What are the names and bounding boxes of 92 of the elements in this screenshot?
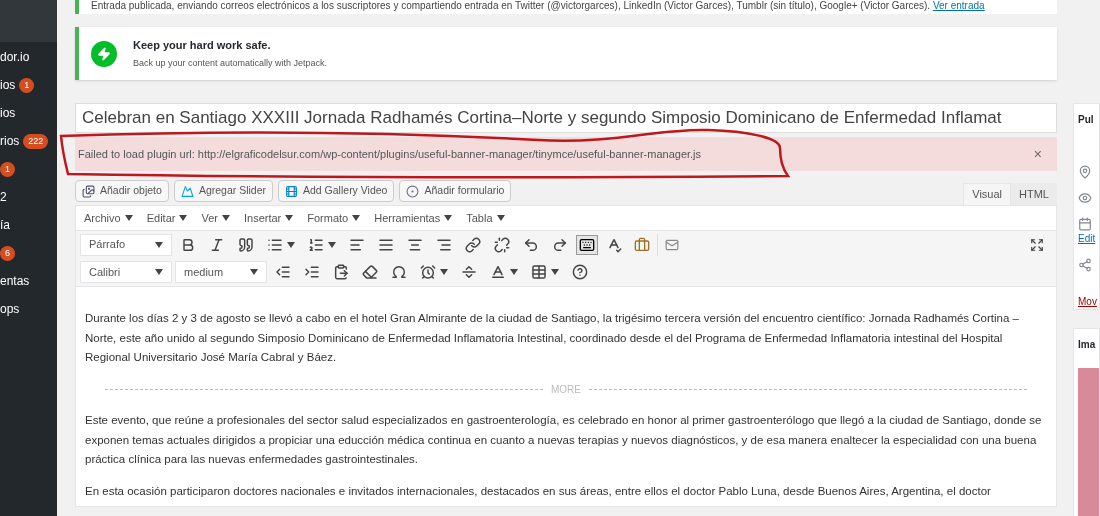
count-badge: 1	[0, 161, 15, 177]
caret-icon	[510, 269, 518, 275]
paragraph: Durante los días 2 y 3 de agosto se llevó a cabo en el hotel Gran Almirante de la ciudad de Santiago, la trigésimo tercera versión del encuentro científico: Jornada Radhamés Cortina – Norte, este año unido al segundo Simposio Dominicano de Enfermedad Inflamatoria Intestinal, coordinado desde el del Programa de Enfermedad Inflamatoria intestinal del Hospital Regional Universitario José María Cabral y Báez.	[85, 311, 1020, 365]
caret-icon	[221, 215, 230, 221]
title-field[interactable]: Celebran en Santiago XXXIII Jornada Radhamés Cortina–Norte y segundo Simposio Dominicano de Enfermedad Inflamat	[75, 103, 1057, 133]
bold-icon	[180, 236, 196, 253]
mail-icon	[665, 237, 679, 252]
caret-icon	[250, 269, 258, 275]
caret-icon	[285, 215, 294, 221]
paragraph: Este evento, que reúne a profesionales del sector salud especializados en gastroenterología, es celebrado en honor al primer gastroenterólogo que llegó a la ciudad de Santiago, donde se exponen temas actuales dirigidos a propiciar una educción médica continua en cuanto a nuevas terapias y nuevos diagnósticos, y de esa manera enaltecer la especialidad con una buena práctica clínica para las nuevas enfermedades gastrointestinales.	[85, 413, 1043, 467]
eye-icon	[1078, 191, 1092, 205]
menu-button[interactable]: Ver	[201, 209, 230, 227]
box-title: Ima	[1078, 338, 1097, 352]
table-icon	[531, 264, 547, 280]
unlink-icon	[494, 236, 510, 253]
notice-title: Keep your hard work safe.	[133, 38, 272, 53]
edit-link[interactable]: Edit	[1078, 231, 1099, 246]
media-button[interactable]: Add Gallery Video	[278, 180, 395, 202]
dropdown-select[interactable]: medium	[175, 261, 267, 283]
paste-icon	[333, 264, 349, 280]
admin-menu-item[interactable]: ops	[0, 300, 20, 318]
menu-button[interactable]: Editar	[146, 209, 188, 227]
quote-icon	[238, 236, 254, 253]
eraser-icon	[362, 264, 378, 280]
film-icon	[285, 184, 298, 198]
error-text: Failed to load plugin url: http://elgraficodelsur.com/wp-content/plugins/useful-banner-manager/tinymce/useful-banner-manager.js	[78, 146, 702, 162]
keyboard-icon	[579, 236, 595, 253]
circle-icon	[406, 184, 420, 198]
toolbar-toggle-button[interactable]	[576, 234, 598, 255]
share-icon	[1078, 258, 1092, 272]
caret-icon	[179, 215, 188, 221]
count-badge: 222	[23, 133, 49, 149]
caret-icon	[155, 241, 163, 248]
count-badge: 6	[0, 245, 15, 261]
expand-icon	[1030, 237, 1044, 252]
spellcheck-icon	[606, 236, 622, 253]
editor-tab[interactable]: HTML	[1011, 183, 1057, 205]
redo-icon	[552, 236, 568, 253]
view-post-link[interactable]: Ver entrada	[932, 0, 985, 11]
link-icon	[465, 236, 481, 253]
more-separator-label: MORE	[551, 382, 581, 397]
caret-icon	[287, 241, 295, 248]
trash-link[interactable]: Mov	[1078, 284, 1099, 309]
indent-icon	[304, 264, 320, 280]
caret-icon	[352, 215, 361, 221]
dropdown-select[interactable]: Calibri	[80, 261, 172, 283]
editor-tab[interactable]: Visual	[963, 183, 1012, 205]
pin-icon	[1078, 165, 1092, 179]
menu-button[interactable]: Tabla	[466, 209, 505, 227]
numbered-list-icon	[308, 236, 324, 253]
notice-text: Entrada publicada, enviando correos electrónicos a los suscriptores y compartiendo entrada en Twitter (@victorgarces), LinkedIn (Victor Garces), Tumblr (sin título), Google+ (Victor Garces).	[91, 0, 932, 11]
admin-menu-item[interactable]: ía	[0, 216, 10, 234]
close-button[interactable]: ×	[1021, 143, 1054, 165]
dropdown-select[interactable]: Párrafo	[80, 233, 172, 256]
admin-menu-item[interactable]: rios	[0, 132, 20, 150]
count-badge: 1	[19, 77, 35, 93]
help-icon	[572, 264, 588, 280]
outdent-icon	[275, 264, 291, 280]
images-icon	[82, 184, 95, 198]
admin-menu-item[interactable]: ios	[0, 76, 16, 94]
admin-menu-item[interactable]: dor.io	[0, 48, 30, 66]
menu-button[interactable]: Formato	[307, 209, 361, 227]
caret-icon	[444, 215, 453, 221]
admin-sidebar-header	[0, 0, 57, 42]
italic-icon	[209, 236, 225, 253]
caret-icon	[440, 269, 448, 275]
calendar-icon	[1078, 217, 1092, 231]
bolt-icon	[91, 40, 117, 67]
text-color-icon	[490, 264, 506, 280]
briefcase-icon	[634, 236, 650, 253]
omega-icon	[391, 264, 407, 280]
mountain-icon	[180, 184, 194, 198]
caret-icon	[155, 269, 163, 275]
admin-menu-item[interactable]: ios	[0, 104, 16, 122]
box-title: Pul	[1078, 113, 1095, 127]
separator-icon	[461, 264, 477, 280]
media-button[interactable]: Agregar Slider	[173, 180, 273, 202]
caret-icon	[328, 241, 336, 248]
alarm-clock-icon	[420, 264, 436, 280]
notice-text: Back up your content automatically with Jetpack.	[133, 56, 328, 70]
undo-icon	[523, 236, 539, 253]
admin-menu-item[interactable]: 2	[0, 188, 7, 206]
admin-menu-item[interactable]: entas	[0, 272, 30, 290]
menu-button[interactable]: Archivo	[84, 209, 133, 227]
media-button[interactable]: Añadir objeto	[75, 180, 169, 202]
media-button[interactable]: Añadir formulario	[399, 180, 512, 202]
paragraph: En esta ocasión participaron doctores nacionales e invitados internacionales, destacados en sus áreas, entre ellos el doctor Pablo Luna, desde Buenos Aires, Argentina, el doctor	[85, 483, 992, 499]
menu-button[interactable]: Insertar	[243, 209, 294, 227]
menu-button[interactable]: Herramientas	[374, 209, 453, 227]
caret-icon	[124, 215, 133, 221]
caret-icon	[496, 215, 505, 221]
caret-icon	[551, 269, 559, 275]
